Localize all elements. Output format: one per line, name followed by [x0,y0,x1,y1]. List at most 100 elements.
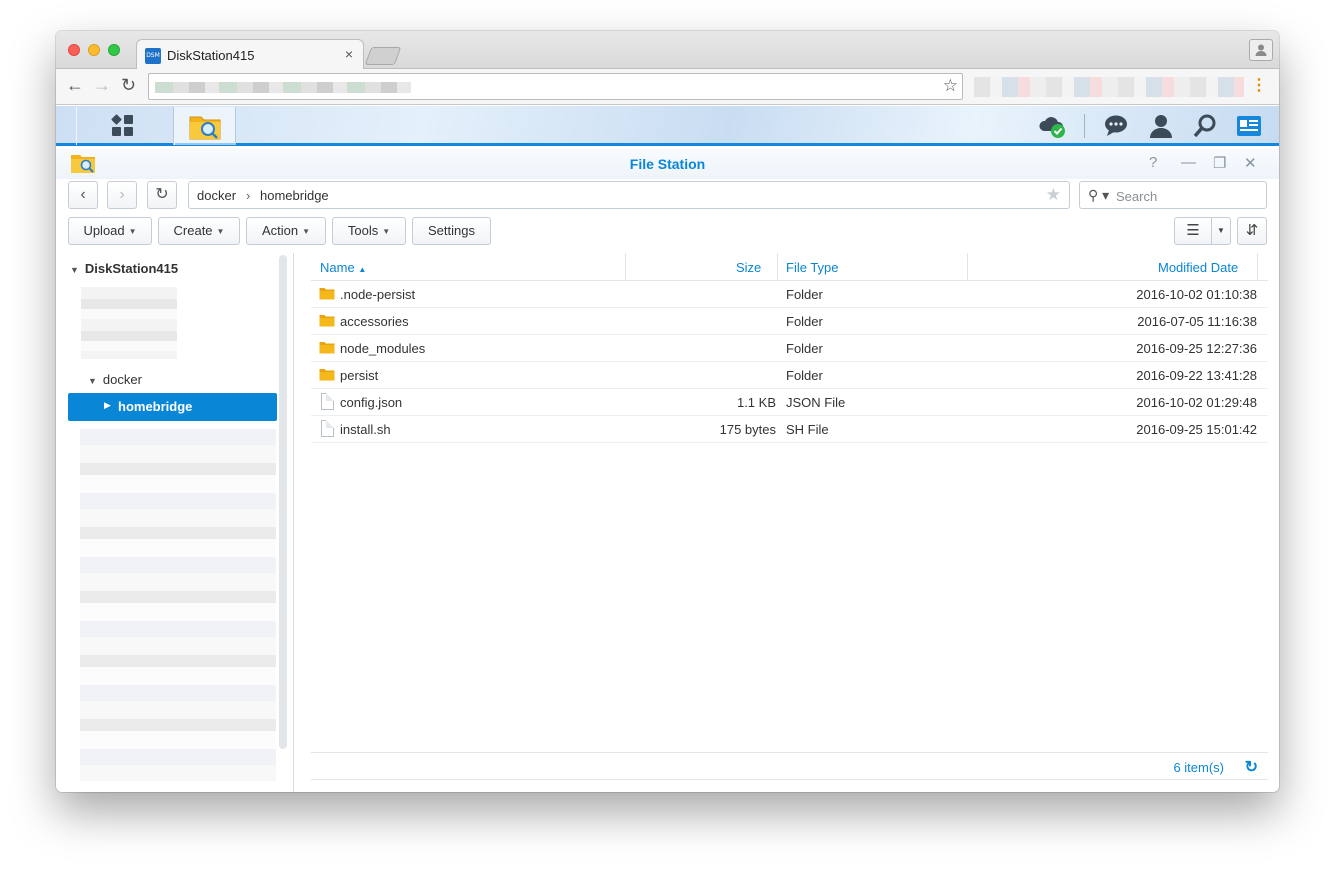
refresh-button[interactable]: ↻ [147,181,177,209]
back-icon[interactable]: ← [66,75,84,96]
browser-menu-icon[interactable]: ⋮ [1251,75,1267,95]
folder-icon [319,315,335,327]
address-bar[interactable]: ☆ [148,73,963,100]
help-icon[interactable]: ? [1149,154,1157,171]
collapsed-caret-icon[interactable]: ▶ [104,400,111,411]
upload-button[interactable]: Upload ▼ [68,217,152,245]
settings-label: Settings [428,223,475,238]
blurred-url [155,82,411,93]
file-modified-date: 2016-07-05 11:16:38 [1137,314,1257,329]
window-title: File Station [629,156,706,172]
restore-icon[interactable]: ❐ [1213,154,1226,172]
create-button[interactable]: Create ▼ [158,217,240,245]
favorite-star-icon[interactable]: ★ [1046,185,1061,205]
table-row[interactable]: install.sh 175 bytes SH File 2016-09-25 15:… [311,416,1268,443]
dsm-taskbar [56,106,1279,146]
search-box[interactable]: ⚲ ▾ [1079,181,1267,209]
file-name: persist [340,368,379,383]
column-modified-date[interactable]: Modified Date [1158,260,1238,275]
tree-item-homebridge[interactable]: ▶ homebridge [68,393,277,421]
back-button[interactable]: ‹ [68,181,98,209]
blurred-extensions [974,77,1244,97]
chevron-down-icon: ▼ [382,226,391,236]
file-size: 175 bytes [719,422,776,437]
column-divider[interactable] [777,253,778,280]
chevron-down-icon: ▼ [216,226,225,236]
table-row[interactable]: .node-persist Folder 2016-10-02 01:10:38 [311,281,1268,308]
file-name: accessories [340,314,409,329]
minimize-icon[interactable]: — [1181,154,1196,171]
browser-toolbar: ← → ↻ ☆ ⋮ [56,69,1279,105]
file-type: JSON File [786,395,846,410]
bookmark-star-icon[interactable]: ☆ [943,76,958,96]
minimize-window-button[interactable] [88,44,100,56]
refresh-icon[interactable]: ↻ [1245,757,1258,777]
column-divider[interactable] [967,253,968,280]
close-window-button[interactable] [68,44,80,56]
file-station-taskbar-button[interactable] [174,107,236,145]
column-file-type[interactable]: File Type [786,260,839,275]
table-row[interactable]: persist Folder 2016-09-22 13:41:28 [311,362,1268,389]
tools-button[interactable]: Tools ▼ [332,217,406,245]
chevron-down-icon: ▼ [128,226,137,236]
cloud-sync-status-icon[interactable] [1038,113,1068,139]
column-name[interactable]: Name ▲ [320,260,366,275]
main-menu-button[interactable] [76,107,174,145]
blurred-tree-items [80,429,276,781]
column-divider[interactable] [625,253,626,280]
search-icon[interactable]: ⚲ ▾ [1088,187,1109,204]
sort-icon[interactable]: ⇵ [1237,217,1267,245]
widgets-icon[interactable] [1236,115,1262,137]
list-header: Name ▲ Size File Type Modified Date [311,253,1268,281]
tab-close-icon[interactable]: × [345,46,353,62]
reload-icon[interactable]: ↻ [121,75,136,96]
tools-label: Tools [347,223,379,238]
list-view-icon[interactable]: ☰ [1174,217,1212,245]
tree-item-docker[interactable]: ▼ docker [88,372,142,387]
file-name: config.json [340,395,403,410]
item-count: 6 item(s) [1173,760,1224,775]
forward-icon[interactable]: → [93,75,111,96]
settings-button[interactable]: Settings [412,217,491,245]
user-icon[interactable] [1150,114,1172,138]
new-tab-button[interactable] [364,47,402,65]
navigation-row: ‹ › ↻ docker › homebridge ★ ⚲ ▾ [56,179,1279,215]
file-type: SH File [786,422,829,437]
tree-root[interactable]: ▼ DiskStation415 [70,261,178,276]
chat-icon[interactable] [1104,115,1128,137]
view-dropdown-icon[interactable]: ▼ [1211,217,1231,245]
action-button[interactable]: Action ▼ [246,217,326,245]
expand-caret-icon[interactable]: ▼ [88,376,97,386]
tree-item-label: docker [102,372,142,387]
main-menu-grid-icon [111,114,134,137]
chevron-down-icon: ▼ [302,226,311,236]
search-input[interactable] [1116,186,1261,206]
folder-tree: ▼ DiskStation415 ▼ docker ▶ homebridge [56,253,294,792]
file-modified-date: 2016-09-22 13:41:28 [1136,368,1257,383]
file-type: Folder [786,341,823,356]
path-segment[interactable]: homebridge [260,188,329,203]
close-icon[interactable]: ✕ [1244,154,1257,172]
create-label: Create [173,223,213,238]
browser-tab[interactable]: DSM DiskStation415 × [136,39,364,70]
forward-button[interactable]: › [107,181,137,209]
column-divider[interactable] [1257,253,1258,280]
file-modified-date: 2016-09-25 15:01:42 [1136,422,1257,437]
table-row[interactable]: config.json 1.1 KB JSON File 2016-10-02 01:… [311,389,1268,416]
tab-title: DiskStation415 [167,48,255,63]
zoom-window-button[interactable] [108,44,120,56]
table-row[interactable]: node_modules Folder 2016-09-25 12:27:36 [311,335,1268,362]
tree-root-label: DiskStation415 [84,261,179,276]
profile-icon[interactable] [1249,39,1273,61]
status-bar: 6 item(s) ↻ [311,752,1268,780]
search-icon[interactable] [1193,114,1217,138]
column-size[interactable]: Size [736,260,761,275]
table-row[interactable]: accessories Folder 2016-07-05 11:16:38 [311,308,1268,335]
path-bar[interactable]: docker › homebridge ★ [188,181,1070,209]
action-label: Action [261,223,299,238]
path-segment[interactable]: docker [197,188,236,203]
tray-separator [1084,114,1085,138]
tree-scrollbar[interactable] [279,255,287,749]
expand-caret-icon[interactable]: ▼ [70,265,79,275]
file-station-titlebar: File Station ? — ❐ ✕ [56,149,1279,179]
